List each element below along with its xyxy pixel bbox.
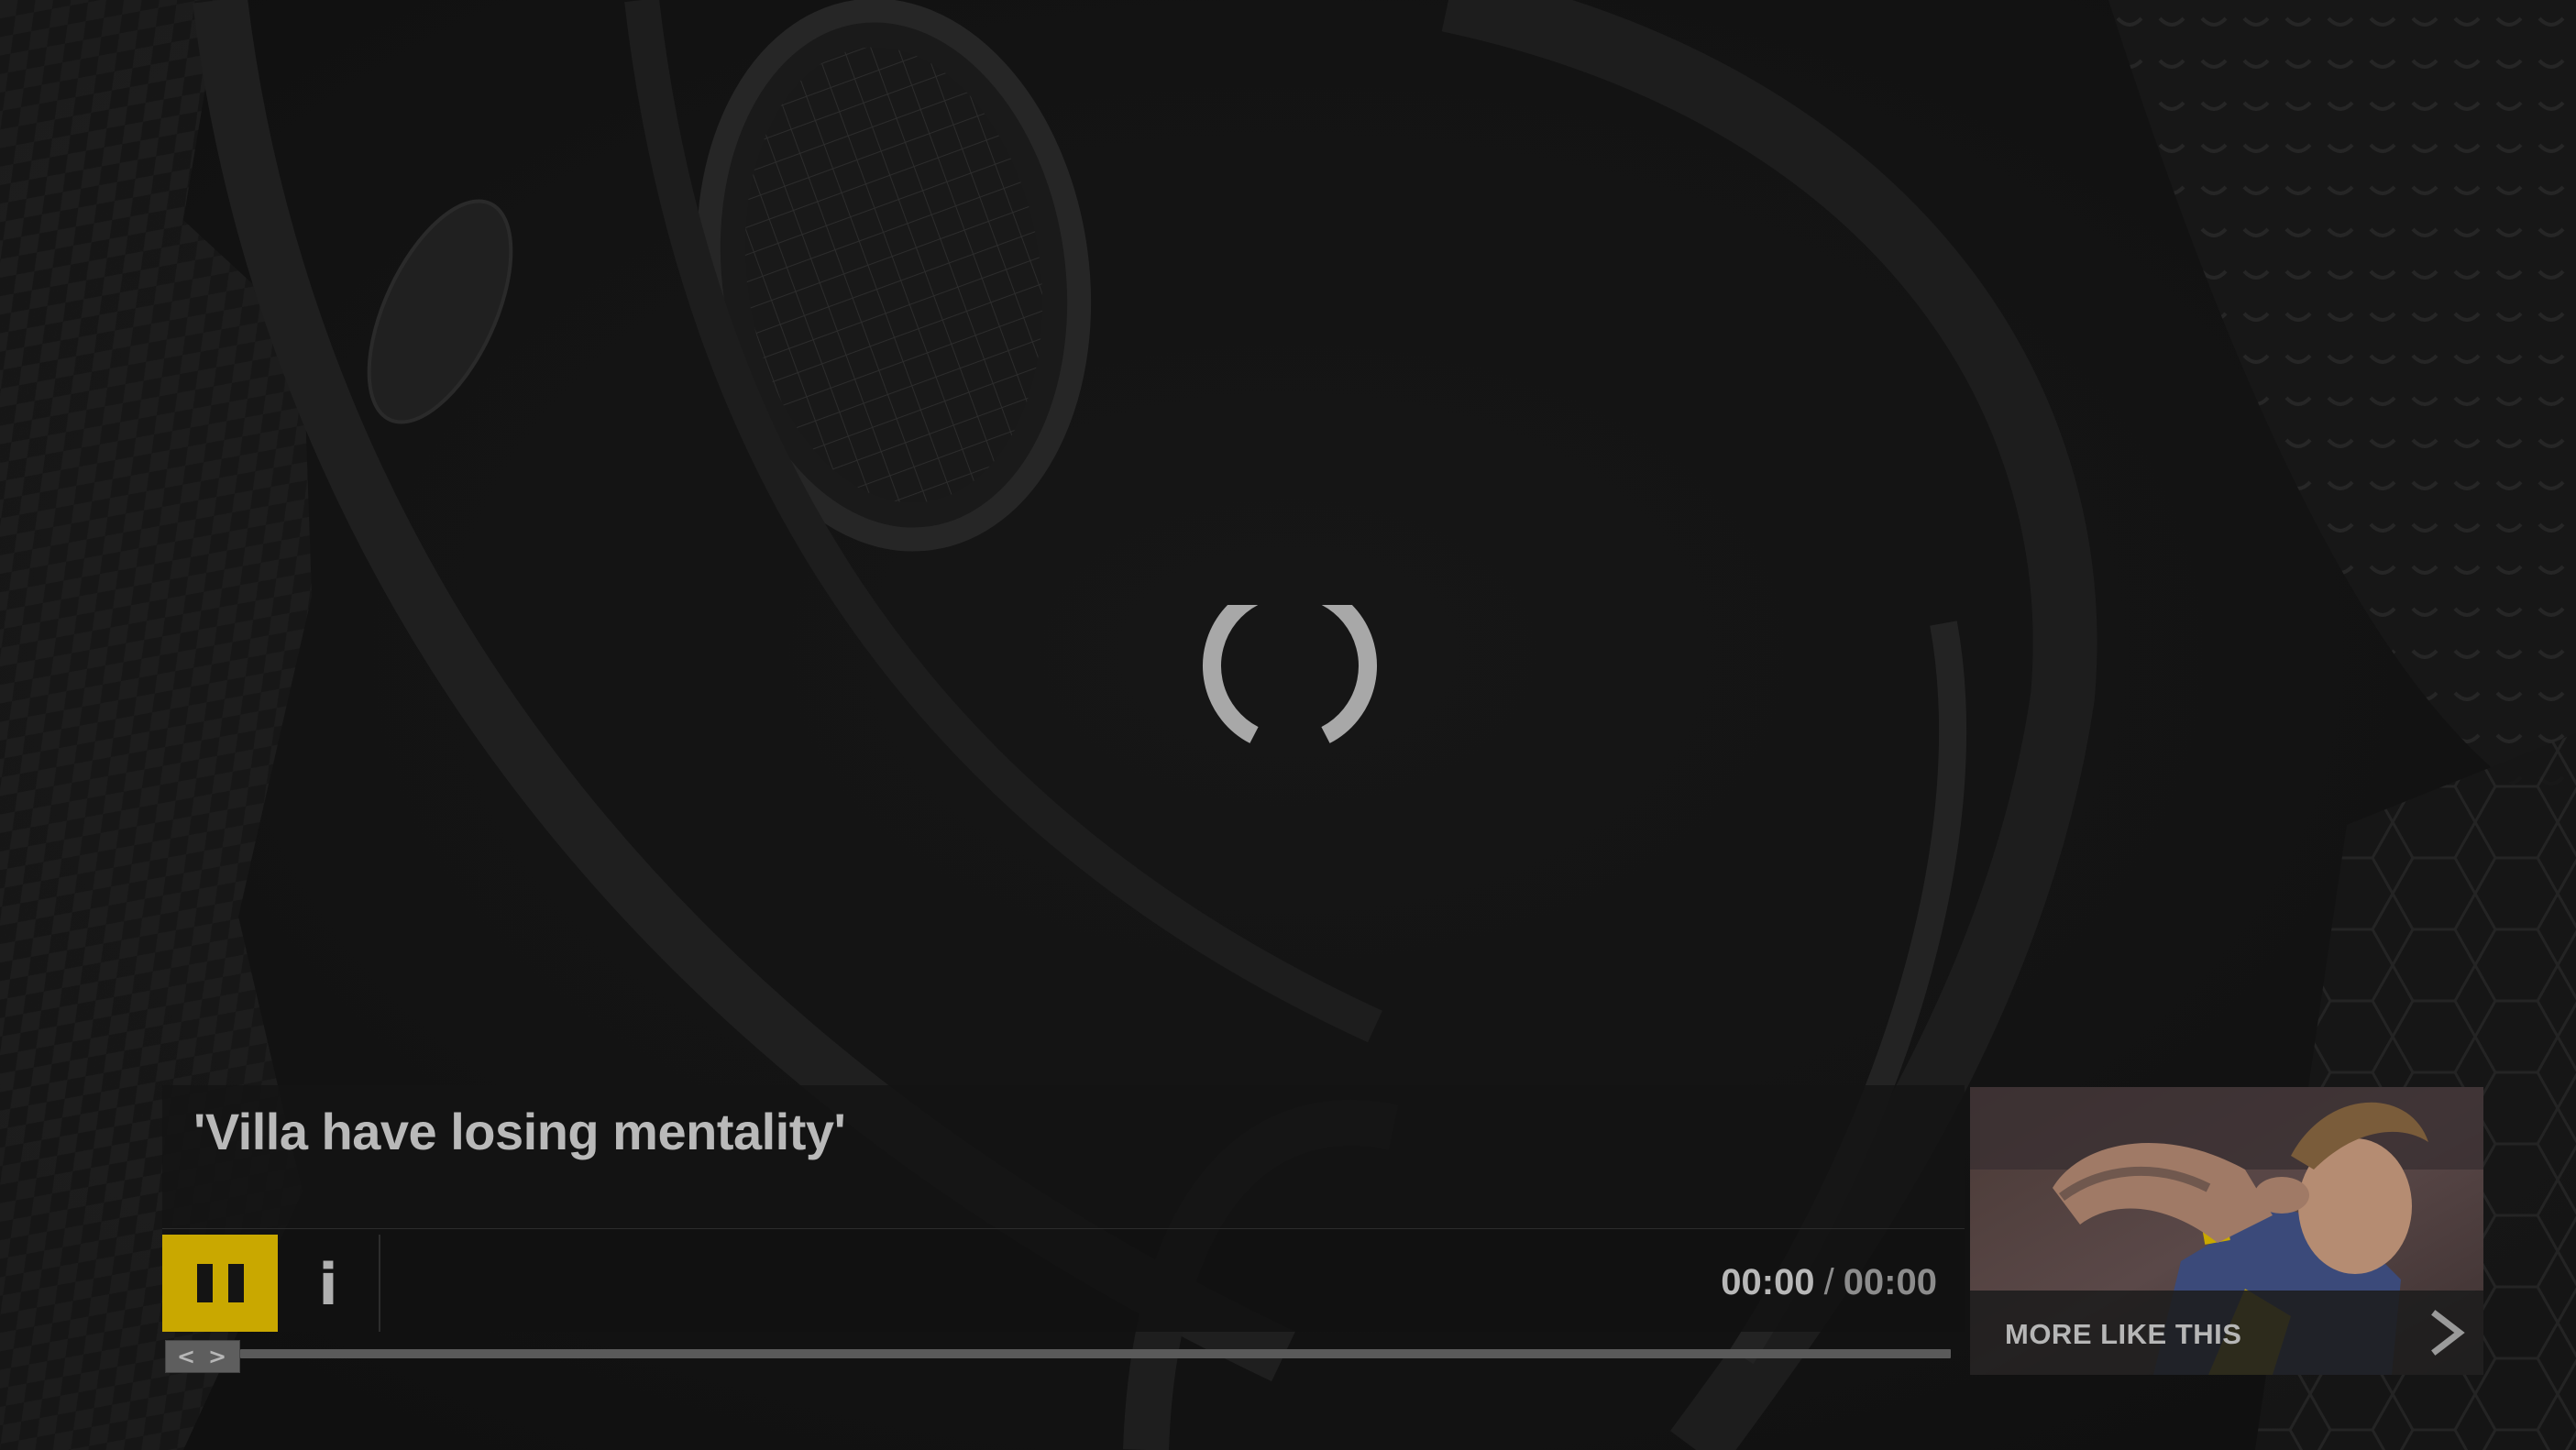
info-icon: i (318, 1251, 338, 1318)
more-like-this-label: MORE LIKE THIS (2005, 1318, 2242, 1350)
video-player[interactable]: 'Villa have losing mentality' i 00:00/00… (0, 0, 2576, 1450)
loading-spinner-icon (1203, 605, 1377, 743)
pause-button[interactable] (162, 1235, 278, 1332)
video-info-panel: 'Villa have losing mentality' (162, 1085, 1965, 1229)
more-like-this-card[interactable]: MORE LIKE THIS (1970, 1087, 2483, 1375)
scrub-handle[interactable]: < > (165, 1340, 240, 1373)
progress-bar[interactable] (240, 1349, 1951, 1358)
chevron-right-icon: > (208, 1344, 227, 1369)
more-like-this-bar: MORE LIKE THIS (1970, 1291, 2483, 1375)
duration: 00:00 (1843, 1262, 1937, 1302)
time-separator: / (1823, 1262, 1834, 1302)
video-title: 'Villa have losing mentality' (193, 1103, 846, 1160)
time-readout: 00:00/00:00 (1721, 1262, 1937, 1303)
chevron-right-icon (2431, 1310, 2465, 1356)
control-bar: i 00:00/00:00 (162, 1228, 1965, 1332)
info-button[interactable]: i (278, 1235, 380, 1332)
chevron-left-icon: < (177, 1344, 196, 1369)
current-time: 00:00 (1721, 1262, 1815, 1302)
